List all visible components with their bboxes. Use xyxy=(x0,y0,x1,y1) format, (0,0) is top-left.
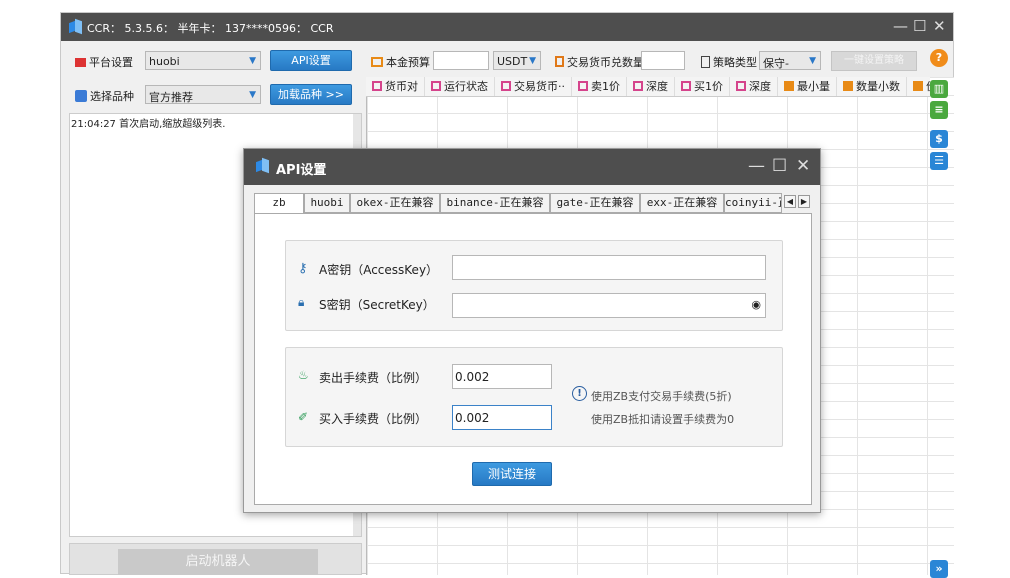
grid-header-cell[interactable]: 深度 xyxy=(730,77,778,96)
book-icon xyxy=(371,57,383,67)
document-icon xyxy=(555,56,564,67)
api-icon xyxy=(75,58,86,67)
grid-header-cell[interactable]: 最小量 xyxy=(778,77,837,96)
budget-label: 本金预算 xyxy=(371,54,430,70)
tab-panel-zb: ⚷ A密钥（AccessKey） 🔒︎ S密钥（SecretKey） ◉ ♨ 卖… xyxy=(254,213,812,505)
lock-icon: 🔒︎ xyxy=(298,295,305,309)
dialog-maximize-button[interactable]: ☐ xyxy=(772,158,787,175)
tab-scroll-left-icon[interactable]: ◀ xyxy=(784,195,796,208)
buy-fee-icon: ✐ xyxy=(298,410,309,424)
main-titlebar: CCR： 5.3.5.6： 半年卡： 137****0596： CCR — ☐ … xyxy=(61,13,953,41)
sell-fee-icon: ♨ xyxy=(298,368,309,382)
sell-fee-value: 0.002 xyxy=(455,370,490,384)
secret-key-label: S密钥（SecretKey） xyxy=(319,298,435,312)
main-window-title: CCR： 5.3.5.6： 半年卡： 137****0596： CCR xyxy=(87,22,334,35)
grid-header-cell[interactable]: 买1价 xyxy=(675,77,730,96)
app-logo-icon xyxy=(256,159,270,173)
grid-header-cell[interactable]: 交易货币·· xyxy=(495,77,572,96)
dialog-minimize-button[interactable]: — xyxy=(748,158,765,175)
load-variety-button[interactable]: 加载品种 >> xyxy=(270,84,352,105)
tab-gate[interactable]: gate-正在兼容 xyxy=(550,193,640,213)
app-logo-icon xyxy=(69,20,83,34)
variety-select[interactable]: 官方推荐 ▼ xyxy=(145,85,261,104)
access-key-input[interactable] xyxy=(452,255,766,280)
exchange-qty-input[interactable] xyxy=(641,51,685,70)
grid-header-cell[interactable]: 卖1价 xyxy=(572,77,627,96)
chevron-down-icon: ▼ xyxy=(249,90,256,100)
dialog-titlebar: API设置 — ☐ ✕ xyxy=(244,149,820,185)
help-icon[interactable]: ? xyxy=(930,49,948,67)
variety-select-value: 官方推荐 xyxy=(149,91,193,104)
platform-select-value: huobi xyxy=(149,55,180,68)
dialog-close-button[interactable]: ✕ xyxy=(796,158,810,175)
dialog-title: API设置 xyxy=(276,163,327,178)
tab-scroll-right-icon[interactable]: ▶ xyxy=(798,195,810,208)
maximize-button[interactable]: ☐ xyxy=(913,18,926,34)
select-variety-label: 选择品种 xyxy=(75,88,134,104)
api-settings-button[interactable]: API设置 xyxy=(270,50,352,71)
chevron-down-icon: ▼ xyxy=(809,56,816,66)
buy-fee-input[interactable]: 0.002 xyxy=(452,405,552,430)
log-entry: 21:04:27 首次启动,缩放超级列表. xyxy=(71,119,226,130)
coin-icon[interactable]: $ xyxy=(930,130,948,148)
strategy-type-select[interactable]: 保守- ▼ xyxy=(759,51,821,70)
one-click-strategy-button[interactable]: 一键设置策略 xyxy=(831,51,917,71)
tab-huobi[interactable]: huobi xyxy=(304,193,350,213)
chart-icon[interactable]: ▥ xyxy=(930,80,948,98)
grid-header-cell[interactable]: 运行状态 xyxy=(425,77,495,96)
list-icon[interactable]: ☰ xyxy=(930,152,948,170)
close-button[interactable]: ✕ xyxy=(933,18,946,34)
chevron-down-icon: ▼ xyxy=(249,56,256,66)
fee-note-discount: 使用ZB支付交易手续费(5折) xyxy=(591,390,732,403)
currency-select-value: USDT xyxy=(497,55,528,68)
clipboard-icon xyxy=(701,56,710,68)
sell-fee-label: 卖出手续费（比例） xyxy=(319,371,428,385)
api-key-group: ⚷ A密钥（AccessKey） 🔒︎ S密钥（SecretKey） ◉ xyxy=(285,240,783,331)
access-key-label: A密钥（AccessKey） xyxy=(319,263,439,277)
platform-select[interactable]: huobi ▼ xyxy=(145,51,261,70)
grid-header-cell[interactable]: 深度 xyxy=(627,77,675,96)
eye-icon[interactable]: ◉ xyxy=(751,298,761,311)
tab-coinyii[interactable]: coinyii-正 xyxy=(724,193,782,213)
start-robot-button[interactable]: 启动机器人 xyxy=(118,549,318,575)
key-icon: ⚷ xyxy=(298,261,308,276)
tab-okex[interactable]: okex-正在兼容 xyxy=(350,193,440,213)
tab-binance[interactable]: binance-正在兼容 xyxy=(440,193,550,213)
tab-exx[interactable]: exx-正在兼容 xyxy=(640,193,724,213)
expand-icon[interactable]: » xyxy=(930,560,948,578)
info-icon: ! xyxy=(572,386,587,401)
budget-input[interactable] xyxy=(433,51,489,70)
test-connection-button[interactable]: 测试连接 xyxy=(472,462,552,486)
fee-note-deduct: 使用ZB抵扣请设置手续费为0 xyxy=(591,413,735,426)
database-icon xyxy=(75,90,87,102)
exchange-tabs: zb huobi okex-正在兼容 binance-正在兼容 gate-正在兼… xyxy=(254,193,814,215)
grid-header-cell[interactable]: 货币对 xyxy=(366,77,425,96)
api-settings-dialog: API设置 — ☐ ✕ zb huobi okex-正在兼容 binance-正… xyxy=(243,148,821,513)
strategy-type-label: 策略类型 xyxy=(701,54,757,70)
grid-header-cell[interactable]: 数量小数 xyxy=(837,77,907,96)
strategy-type-value: 保守- xyxy=(763,57,789,70)
grid-header: 货币对运行状态交易货币··卖1价深度买1价深度最小量数量小数价格 xyxy=(366,77,930,97)
secret-key-input[interactable]: ◉ xyxy=(452,293,766,318)
tab-zb[interactable]: zb xyxy=(254,193,304,215)
currency-select[interactable]: USDT ▼ xyxy=(493,51,541,70)
report-icon[interactable]: ≡ xyxy=(930,101,948,119)
exchange-qty-label: 交易货币兑数量 xyxy=(555,54,644,70)
sell-fee-input[interactable]: 0.002 xyxy=(452,364,552,389)
platform-setting-label: 平台设置 xyxy=(75,54,133,70)
fee-group: ♨ 卖出手续费（比例） 0.002 ✐ 买入手续费（比例） 0.002 ! 使用… xyxy=(285,347,783,447)
minimize-button[interactable]: — xyxy=(893,18,908,34)
grid-header-cell[interactable]: 价格 xyxy=(907,77,930,96)
chevron-down-icon: ▼ xyxy=(529,56,536,66)
buy-fee-label: 买入手续费（比例） xyxy=(319,412,428,426)
buy-fee-value: 0.002 xyxy=(455,411,490,425)
